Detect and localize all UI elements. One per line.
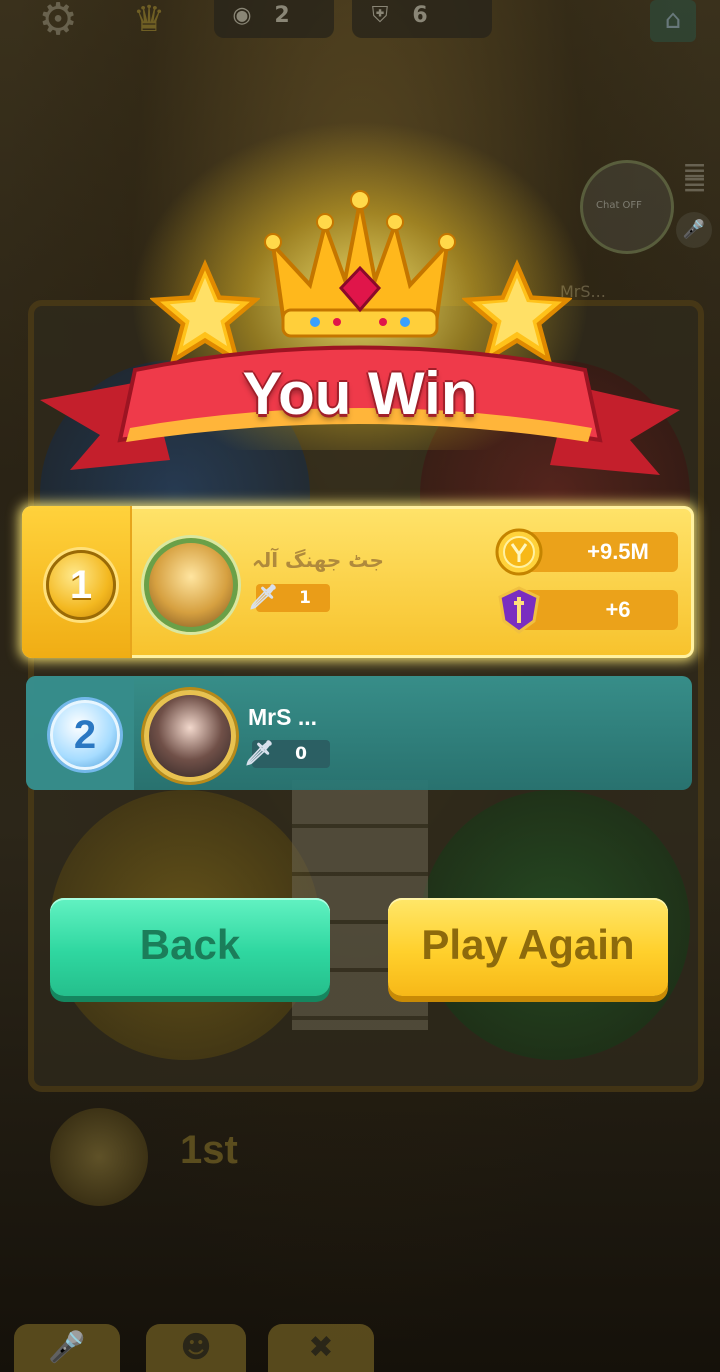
player-avatar[interactable] (144, 538, 238, 632)
rank-badge: 1 (46, 550, 116, 620)
rank-badge: 2 (50, 700, 120, 770)
player-avatar[interactable] (144, 690, 236, 782)
coins-reward-value: +9.5M (587, 539, 649, 564)
chat-status: Chat OFF (596, 200, 642, 211)
crown-icon (264, 190, 456, 338)
dock-close-icon[interactable]: ✖ (268, 1324, 374, 1372)
coins-reward: +9.5M (495, 528, 678, 576)
gold-coin-icon (495, 528, 543, 576)
menu-icon[interactable]: ≡ ≡ (682, 156, 707, 200)
sword-icon: 🗡 (248, 583, 279, 611)
mic-icon[interactable]: 🎤 (676, 212, 712, 248)
player-name: MrS ... (248, 704, 318, 730)
kill-count: 0 (295, 744, 307, 764)
dock-mic-icon[interactable]: 🎤 (14, 1324, 120, 1372)
rank-column: 1 (22, 506, 132, 658)
sword-icon: 🗡 (244, 739, 275, 767)
player-avatar-bottom (50, 1108, 148, 1206)
kill-count-pill: 🗡 0 (244, 739, 330, 768)
trophy-counter: ⛨ 6 (352, 0, 492, 38)
shop-icon[interactable]: ⌂ (650, 0, 696, 42)
player-name: جٹ جھنگ آلہ (252, 548, 384, 572)
back-button[interactable]: Back (50, 898, 330, 996)
kill-count-pill: 🗡 1 (248, 583, 330, 612)
dock-emoji-icon[interactable]: ☻ (146, 1324, 246, 1372)
player-result-row: 1 جٹ جھنگ آلہ 🗡 1 +9.5M +6 (22, 506, 694, 658)
result-title: You Win (242, 360, 478, 427)
purple-shield-icon (498, 586, 540, 634)
placement-label: 1st (180, 1128, 238, 1172)
shield-icon: ⛨ (371, 3, 389, 28)
rank-column: 2 (26, 676, 134, 790)
player-result-row: 2 MrS ... 🗡 0 (26, 676, 692, 790)
top-bar: ⚙ ♛ ◉ 2 ⛨ 6 ⌂ (0, 0, 720, 48)
settings-gear-icon[interactable]: ⚙ (30, 0, 86, 44)
spectator-count: 2 (274, 3, 290, 28)
trophy-count: 6 (412, 3, 428, 28)
trophy-icon[interactable]: ♛ (124, 0, 174, 44)
trophy-reward: +6 (498, 586, 678, 634)
kill-count: 1 (299, 588, 311, 608)
play-again-button[interactable]: Play Again (388, 898, 668, 996)
spectator-counter: ◉ 2 (214, 0, 334, 38)
eye-icon: ◉ (232, 3, 252, 28)
trophy-reward-value: +6 (605, 597, 631, 622)
